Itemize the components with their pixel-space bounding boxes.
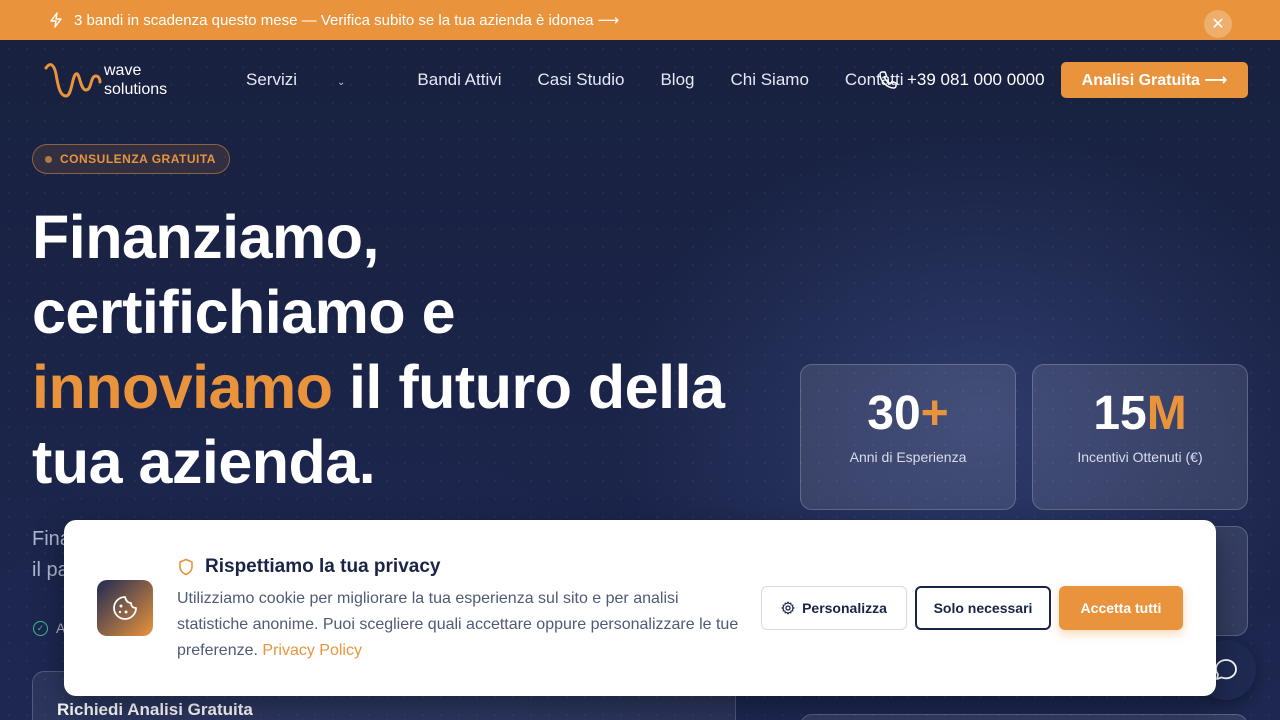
cookie-description: Utilizziamo cookie per migliorare la tua…: [177, 586, 747, 664]
gear-icon: [781, 601, 795, 615]
wave-logo-icon: [44, 63, 102, 98]
hero-check-item: ✓ A: [33, 620, 65, 636]
stat-label: Anni di Esperienza: [849, 449, 967, 465]
nav-item-servizi-label: Servizi: [246, 70, 298, 89]
chat-icon: [1215, 659, 1237, 680]
badge-dot-icon: [45, 155, 52, 163]
solo-necessari-button[interactable]: Solo necessari: [915, 586, 1051, 630]
stat-card-hidden-bottom: [800, 714, 1248, 720]
phone-number: +39 081 000 0000: [907, 70, 1045, 89]
accetta-tutti-button[interactable]: Accetta tutti: [1059, 586, 1183, 630]
cookie-title-text: Rispettiamo la tua privacy: [205, 556, 441, 577]
nav-item-chi-siamo[interactable]: Chi Siamo: [730, 70, 808, 90]
announcement-text[interactable]: 3 bandi in scadenza questo mese — Verifi…: [74, 11, 619, 29]
cookie-banner: Rispettiamo la tua privacy Utilizziamo c…: [64, 520, 1216, 696]
stat-label: Incentivi Ottenuti (€): [1077, 449, 1203, 465]
headline-line-4: tua azienda.: [32, 428, 376, 496]
logo[interactable]: wave solutions: [44, 60, 167, 100]
headline-line-3-rest: il futuro della: [332, 353, 725, 421]
stat-card-experience: 30+ Anni di Esperienza: [800, 364, 1016, 510]
nav-item-blog[interactable]: Blog: [660, 70, 694, 90]
nav-item-casi-studio[interactable]: Casi Studio: [538, 70, 625, 90]
nav-item-bandi-attivi[interactable]: Bandi Attivi: [417, 70, 501, 90]
badge-label: CONSULENZA GRATUITA: [60, 152, 216, 166]
check-circle-icon: ✓: [33, 620, 48, 636]
shield-icon: [179, 558, 193, 576]
cookie-icon: [97, 580, 153, 636]
bolt-icon: [48, 12, 64, 28]
personalizza-label: Personalizza: [802, 600, 887, 616]
phone-icon: [879, 71, 897, 89]
stat-number-suffix: +: [920, 387, 949, 440]
stat-number: 15M: [1033, 387, 1247, 441]
form-title: Richiedi Analisi Gratuita: [57, 700, 253, 719]
stat-number-value: 30: [867, 387, 921, 440]
close-icon[interactable]: ✕: [1204, 10, 1232, 38]
privacy-policy-link[interactable]: Privacy Policy: [262, 642, 362, 659]
announcement-bar[interactable]: 3 bandi in scadenza questo mese — Verifi…: [0, 0, 1280, 40]
main-nav: wave solutions Servizi ⌄ Bandi Attivi Cas…: [0, 40, 1280, 120]
analisi-gratuita-button[interactable]: Analisi Gratuita ⟶: [1061, 62, 1248, 98]
chevron-down-icon: ⌄: [337, 77, 346, 88]
headline-line-1: Finanziamo,: [32, 203, 379, 271]
stat-number: 30+: [801, 387, 1015, 441]
personalizza-button[interactable]: Personalizza: [761, 586, 907, 630]
phone-link[interactable]: +39 081 000 0000: [878, 70, 1045, 90]
stat-number-suffix: M: [1146, 387, 1187, 440]
headline-line-2: certifichiamo e: [32, 278, 456, 346]
hero-headline: Finanziamo, certifichiamo e innoviamo il…: [32, 200, 752, 500]
logo-text-line2: solutions: [104, 81, 168, 98]
headline-accent: innoviamo: [32, 353, 333, 421]
stat-number-value: 15: [1093, 387, 1147, 440]
stat-card-incentives: 15M Incentivi Ottenuti (€): [1032, 364, 1248, 510]
consulenza-badge: CONSULENZA GRATUITA: [32, 144, 230, 174]
cookie-title: Rispettiamo la tua privacy: [177, 556, 440, 578]
logo-text-line1: wave: [104, 62, 142, 79]
nav-item-servizi[interactable]: Servizi ⌄: [246, 70, 381, 90]
headline-line-3: innoviamo il futuro della: [32, 350, 752, 425]
